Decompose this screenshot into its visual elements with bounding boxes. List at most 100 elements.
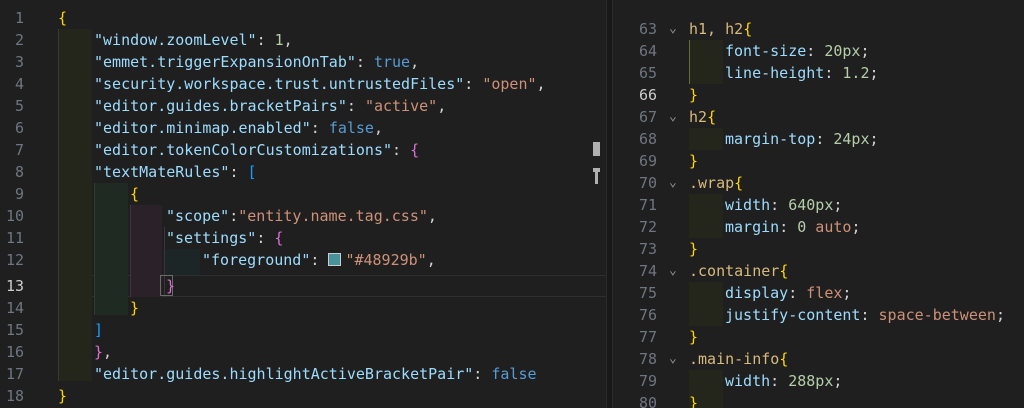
code-text: .main-info{ bbox=[689, 348, 788, 370]
code-line: 11 "settings": { bbox=[0, 227, 283, 249]
token: "window.zoomLevel" bbox=[94, 31, 257, 49]
code-line: 17 "editor.guides.highlightActiveBracket… bbox=[0, 363, 537, 385]
code-line: 16 }, bbox=[0, 341, 112, 363]
ruler-mark bbox=[595, 172, 598, 184]
token: .main-info bbox=[689, 350, 780, 368]
token: : bbox=[256, 31, 275, 49]
code-text: } bbox=[689, 238, 698, 260]
editor-pane-css[interactable]: 63 ⌄ h1, h2{ 64 font-size: 20px; 65 line… bbox=[613, 0, 1024, 408]
token: { bbox=[274, 229, 284, 247]
line-number: 80 bbox=[638, 394, 657, 408]
code-line: 75 display: flex; bbox=[613, 282, 852, 304]
token: ] bbox=[94, 321, 104, 339]
token: , bbox=[410, 53, 420, 71]
code-line: 65 line-height: 1.2; bbox=[613, 62, 879, 84]
chevron-down-icon[interactable]: ⌄ bbox=[669, 260, 677, 282]
token: "editor.tokenColorCustomizations" bbox=[94, 141, 393, 159]
code-text: } bbox=[166, 275, 175, 297]
split-view-sash[interactable] bbox=[606, 0, 613, 408]
code-line: 70 ⌄ .wrap{ bbox=[613, 172, 743, 194]
editor-pane-settings-json[interactable]: 1 { 2 "window.zoomLevel": 1, 3 "emmet.tr… bbox=[0, 0, 606, 408]
code-text: width: 640px; bbox=[725, 194, 842, 216]
indent-guide bbox=[689, 194, 723, 238]
code-text: "editor.tokenColorCustomizations": { bbox=[94, 139, 419, 161]
token: ; bbox=[995, 306, 1005, 324]
code-line: 79 width: 288px; bbox=[613, 370, 842, 392]
token: margin-top bbox=[725, 130, 816, 148]
code-line: 80 } bbox=[613, 392, 698, 408]
line-number: 67 bbox=[638, 108, 657, 126]
indent-guide bbox=[689, 40, 690, 84]
token: "editor.guides.highlightActiveBracketPai… bbox=[94, 365, 474, 383]
token: 0 bbox=[797, 218, 807, 236]
chevron-down-icon[interactable]: ⌄ bbox=[669, 106, 677, 128]
token: : bbox=[824, 64, 843, 82]
line-number: 73 bbox=[638, 240, 657, 258]
token: false bbox=[328, 119, 374, 137]
line-number: 16 bbox=[5, 343, 24, 361]
code-line: 78 ⌄ .main-info{ bbox=[613, 348, 788, 370]
code-line: 63 ⌄ h1, h2{ bbox=[613, 18, 752, 40]
token: false bbox=[491, 365, 537, 383]
token: { bbox=[707, 108, 717, 126]
token: , bbox=[437, 97, 447, 115]
line-number: 6 bbox=[14, 119, 24, 137]
line-number: 76 bbox=[638, 306, 657, 324]
token: { bbox=[743, 20, 753, 38]
code-line: 15 ] bbox=[0, 319, 103, 341]
indent-guide bbox=[94, 183, 95, 315]
code-line: 64 font-size: 20px; bbox=[613, 40, 870, 62]
chevron-down-icon[interactable]: ⌄ bbox=[669, 348, 677, 370]
token: 640px bbox=[788, 196, 834, 214]
code-text: } bbox=[58, 385, 67, 407]
token: justify-content bbox=[725, 306, 861, 324]
code-text: justify-content: space-between; bbox=[725, 304, 1005, 326]
code-line: 5 "editor.guides.bracketPairs": "active"… bbox=[0, 95, 446, 117]
token: { bbox=[58, 9, 68, 27]
token: h2 bbox=[689, 108, 708, 126]
code-line: 9 { bbox=[0, 183, 139, 205]
token: ; bbox=[869, 130, 879, 148]
line-number: 64 bbox=[638, 42, 657, 60]
line-number: 17 bbox=[5, 365, 24, 383]
code-line: 74 ⌄ .container{ bbox=[613, 260, 788, 282]
chevron-down-icon[interactable]: ⌄ bbox=[669, 18, 677, 40]
line-number: 75 bbox=[638, 284, 657, 302]
code-line: 4 "security.workspace.trust.untrustedFil… bbox=[0, 73, 546, 95]
token: { bbox=[779, 262, 789, 280]
code-text: "textMateRules": [ bbox=[94, 161, 257, 183]
token: .container bbox=[689, 262, 780, 280]
indent-guide bbox=[164, 249, 200, 275]
token: } bbox=[689, 328, 699, 346]
token: : bbox=[310, 251, 329, 269]
token: : bbox=[310, 119, 329, 137]
token: : bbox=[355, 53, 374, 71]
color-swatch[interactable] bbox=[328, 253, 342, 266]
token: "settings" bbox=[166, 229, 257, 247]
indent-guide bbox=[130, 205, 162, 297]
token: width bbox=[725, 372, 771, 390]
indent-guide bbox=[130, 205, 131, 297]
token: : bbox=[788, 284, 807, 302]
line-number: 3 bbox=[14, 53, 24, 71]
token: : bbox=[815, 130, 834, 148]
token: ; bbox=[860, 42, 870, 60]
token: h1, h2 bbox=[689, 20, 744, 38]
code-line: 6 "editor.minimap.enabled": false, bbox=[0, 117, 383, 139]
code-text: { bbox=[130, 183, 139, 205]
line-number: 68 bbox=[638, 130, 657, 148]
code-text: display: flex; bbox=[725, 282, 851, 304]
indent-guide bbox=[689, 40, 723, 84]
code-text: width: 288px; bbox=[725, 370, 842, 392]
token: : bbox=[860, 306, 879, 324]
code-line: 7 "editor.tokenColorCustomizations": { bbox=[0, 139, 419, 161]
token: : bbox=[806, 42, 825, 60]
token: "scope" bbox=[166, 207, 230, 225]
line-number: 63 bbox=[638, 20, 657, 38]
line-number: 79 bbox=[638, 372, 657, 390]
token: : bbox=[346, 97, 365, 115]
code-text: "editor.guides.highlightActiveBracketPai… bbox=[94, 363, 537, 385]
chevron-down-icon[interactable]: ⌄ bbox=[669, 172, 677, 194]
token: ; bbox=[833, 196, 843, 214]
token: , bbox=[427, 207, 437, 225]
